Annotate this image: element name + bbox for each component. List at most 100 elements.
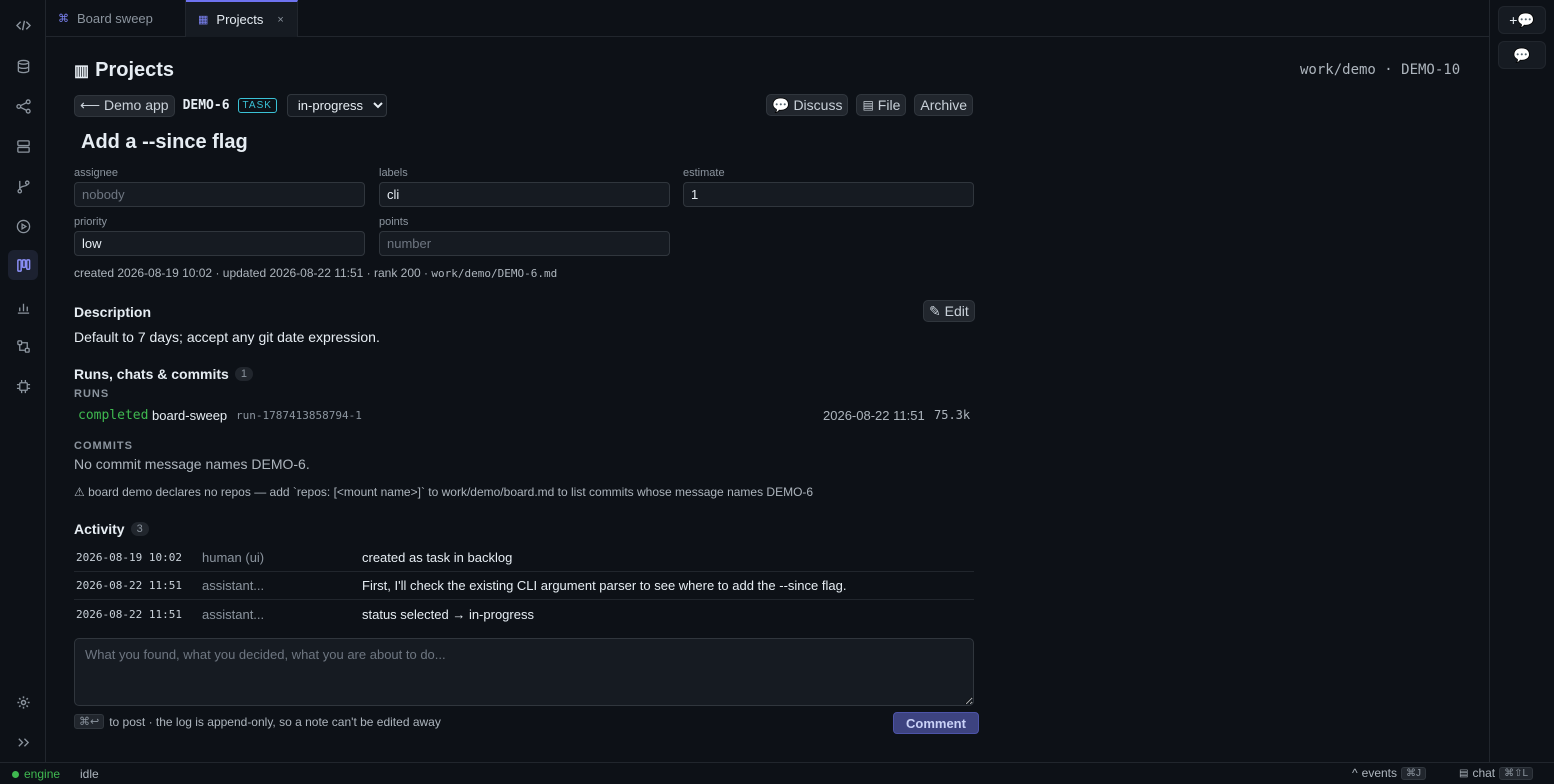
board-icon: ▥: [74, 62, 90, 80]
chart-icon[interactable]: [8, 292, 38, 322]
run-status: completed: [78, 408, 149, 423]
layout-icon[interactable]: [8, 131, 38, 161]
tab-projects[interactable]: ▦ Projects ×: [186, 0, 298, 37]
activity-time: 2026-08-19 10:02: [76, 551, 182, 564]
chat-button[interactable]: 💬: [1498, 41, 1546, 69]
run-name: board-sweep: [152, 408, 228, 423]
activity-text: created as task in backlog: [362, 550, 513, 565]
activity-count: 3: [130, 522, 149, 536]
task-id: DEMO-6: [182, 98, 230, 113]
activity-text: First, I'll check the existing CLI argum…: [362, 578, 847, 593]
repos-warning: ⚠ board demo declares no repos — add `re…: [74, 485, 814, 499]
commits-label: COMMITS: [74, 440, 133, 452]
comment-input[interactable]: [74, 638, 974, 706]
priority-input[interactable]: [74, 231, 365, 256]
tab-board-sweep[interactable]: ⌘ Board sweep: [46, 0, 186, 37]
tab-label: Projects: [216, 12, 264, 27]
activity-author: human (ui): [202, 550, 265, 565]
new-chat-button[interactable]: +💬: [1498, 6, 1546, 34]
estimate-input[interactable]: [683, 182, 974, 207]
task-toolbar: ⟵ Demo app DEMO-6 TASK in-progress: [74, 94, 387, 117]
points-input[interactable]: [379, 231, 670, 256]
play-icon[interactable]: [8, 211, 38, 241]
code-icon[interactable]: [8, 10, 38, 40]
activity-author: assistant...: [202, 578, 265, 593]
plus-chat-icon: +💬: [1509, 11, 1535, 28]
breadcrumb: work/demo · DEMO-10: [1300, 62, 1461, 78]
settings-icon[interactable]: [8, 687, 38, 717]
chat-icon: 💬: [1513, 46, 1531, 63]
run-row[interactable]: completed board-sweep run-1787413858794-…: [78, 408, 970, 424]
shortcut-kbd: ⌘↩: [74, 714, 105, 729]
estimate-label: estimate: [683, 167, 725, 179]
panel-icon: ▤: [1459, 767, 1469, 779]
board-icon: ▦: [198, 14, 209, 26]
engine-label: engine: [24, 767, 61, 781]
assignee-label: assignee: [74, 167, 119, 179]
archive-button[interactable]: Archive: [914, 94, 974, 116]
chip-icon[interactable]: [8, 371, 38, 401]
engine-state: idle: [80, 767, 99, 781]
activity-row: 2026-08-19 10:02 human (ui) created as t…: [74, 544, 974, 572]
labels-input[interactable]: [379, 182, 670, 207]
commits-empty: No commit message names DEMO-6.: [74, 456, 310, 472]
type-badge: TASK: [237, 98, 277, 113]
meta-text: created 2026-08-19 10:02 · updated 2026-…: [74, 266, 432, 280]
description-heading: Description: [74, 304, 152, 320]
comment-hint-text: to post · the log is append-only, so a n…: [109, 714, 441, 729]
points-label: points: [379, 216, 409, 228]
activity-author: assistant...: [202, 606, 265, 622]
run-time: 2026-08-22 11:51: [823, 408, 925, 423]
activity-heading: Activity 3: [74, 521, 149, 537]
events-toggle[interactable]: ^ events ⌘J: [1352, 766, 1426, 780]
activity-heading-text: Activity: [74, 521, 125, 537]
file-icon: ▤: [862, 98, 874, 112]
engine-status[interactable]: engine: [12, 767, 60, 781]
runs-count: 1: [234, 367, 253, 381]
database-icon[interactable]: [8, 51, 38, 81]
assignee-input[interactable]: [74, 182, 365, 207]
discuss-label: Discuss: [793, 97, 843, 113]
activity-time: 2026-08-22 11:51: [76, 607, 182, 621]
status-select[interactable]: in-progress: [286, 94, 387, 117]
back-button[interactable]: ⟵ Demo app: [74, 94, 175, 117]
task-actions: 💬 Discuss ▤ File Archive: [766, 94, 974, 116]
command-icon: ⌘: [58, 13, 69, 25]
runs-label: RUNS: [74, 388, 110, 400]
main-content: ▥ Projects work/demo · DEMO-10 ⟵ Demo ap…: [74, 37, 1474, 762]
comment-button[interactable]: Comment: [893, 712, 979, 734]
events-label: events: [1361, 766, 1397, 780]
file-button[interactable]: ▤ File: [856, 94, 907, 116]
chat-bubble-icon: 💬: [772, 96, 790, 113]
file-label: File: [877, 97, 901, 113]
priority-label: priority: [74, 216, 108, 228]
description-body: Default to 7 days; accept any git date e…: [74, 329, 380, 345]
right-panel: +💬 💬: [1489, 0, 1554, 762]
task-title[interactable]: Add a --since flag: [81, 131, 248, 154]
workflow-icon[interactable]: [8, 331, 38, 361]
chat-kbd: ⌘⇧L: [1499, 766, 1534, 780]
branch-icon[interactable]: [8, 171, 38, 201]
file-path[interactable]: work/demo/DEMO-6.md: [431, 267, 557, 280]
discuss-button[interactable]: 💬 Discuss: [766, 94, 849, 116]
status-bar: engine idle ^ events ⌘J ▤ chat ⌘⇧L: [0, 762, 1554, 784]
activity-time: 2026-08-22 11:51: [76, 579, 182, 592]
share-icon[interactable]: [8, 91, 38, 121]
caret-up-icon: ^: [1352, 766, 1358, 780]
expand-icon[interactable]: [8, 727, 38, 757]
events-kbd: ⌘J: [1401, 766, 1426, 780]
edit-button[interactable]: ✎ Edit: [923, 300, 975, 322]
runs-heading: Runs, chats & commits 1: [74, 366, 253, 382]
page-title-text: Projects: [95, 59, 175, 81]
run-id: run-1787413858794-1: [236, 409, 362, 422]
runs-heading-text: Runs, chats & commits: [74, 366, 229, 382]
task-meta: created 2026-08-19 10:02 · updated 2026-…: [74, 266, 557, 280]
chat-toggle[interactable]: ▤ chat ⌘⇧L: [1459, 766, 1534, 780]
status-dot-icon: [12, 770, 19, 778]
activity-rail: [0, 0, 46, 762]
tab-bar: ⌘ Board sweep ▦ Projects ×: [46, 0, 1489, 37]
kanban-icon[interactable]: [8, 250, 38, 280]
close-icon[interactable]: ×: [277, 14, 283, 26]
labels-label: labels: [379, 167, 408, 179]
activity-text: status selected → in-progress: [362, 606, 534, 622]
